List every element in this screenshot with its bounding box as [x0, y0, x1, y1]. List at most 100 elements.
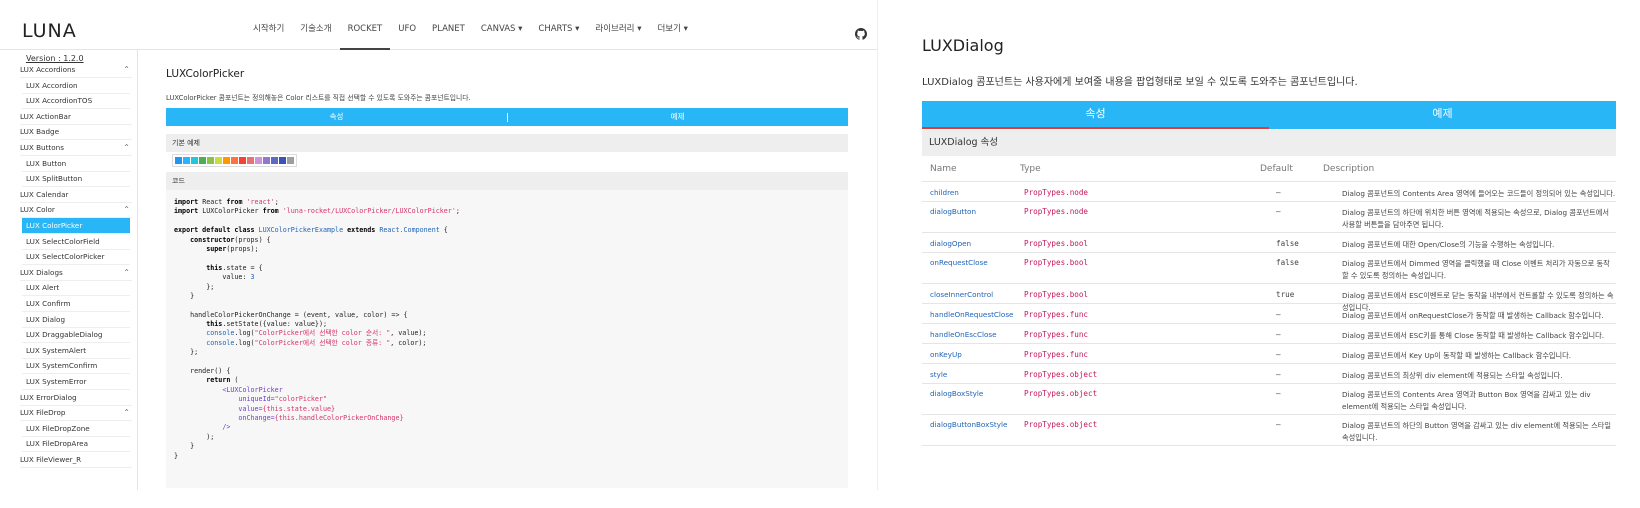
props-table: Name Type Default Description children Pr…: [922, 156, 1616, 446]
sidebar-item-label: LUX Button: [26, 158, 67, 168]
sidebar-subitem[interactable]: LUX SplitButton: [22, 171, 130, 188]
color-swatch[interactable]: [191, 157, 198, 164]
chevron-up-icon[interactable]: ⌃: [123, 405, 130, 421]
color-swatch[interactable]: [239, 157, 246, 164]
code-token: {this.handleColorPickerOnChange}: [274, 413, 404, 422]
sidebar-item-label: LUX Alert: [26, 283, 60, 293]
sidebar-group[interactable]: LUX Buttons ⌃: [20, 140, 132, 156]
dialog-tab-props[interactable]: 속성: [922, 101, 1269, 129]
code-line: console.log("ColorPicker에서 선택한 color 종류:…: [174, 339, 840, 348]
code-line: super(props);: [174, 245, 840, 254]
luna-logo[interactable]: LUNA: [22, 20, 77, 42]
sidebar-subitem[interactable]: LUX FileDropArea: [22, 436, 130, 453]
sidebar-subitem[interactable]: LUX DraggableDialog: [22, 327, 130, 344]
sidebar-group[interactable]: LUX ErrorDialog: [20, 390, 132, 406]
sidebar-subitem[interactable]: LUX SystemError: [22, 374, 130, 390]
code-token: export default class: [174, 226, 255, 235]
sidebar-group[interactable]: LUX FileViewer_R: [20, 452, 132, 468]
sidebar-group[interactable]: LUX ActionBar: [20, 109, 132, 125]
nav-item[interactable]: 기술소개: [292, 22, 339, 50]
sidebar-subitem[interactable]: LUX Accordion: [22, 78, 130, 94]
chevron-up-icon[interactable]: ⌃: [123, 62, 130, 78]
sidebar-group[interactable]: LUX FileDrop ⌃: [20, 405, 132, 422]
color-swatch[interactable]: [255, 157, 262, 164]
prop-description: Dialog 콤포넌트에서 Dimmed 영역을 클릭했을 때 Close 이벤…: [1342, 259, 1610, 280]
sidebar-item-label: LUX FileDropArea: [26, 439, 88, 449]
nav-item[interactable]: UFO: [390, 22, 424, 50]
prop-description: Dialog 콤포넌트에서 onRequestClose가 동작할 때 발생하는…: [1342, 311, 1604, 320]
sidebar-subitem[interactable]: LUX AccordionTOS: [22, 93, 130, 110]
color-swatch[interactable]: [279, 157, 286, 164]
color-swatch[interactable]: [287, 157, 294, 164]
prop-default: true: [1276, 290, 1295, 299]
sidebar-item-label: LUX Accordions: [20, 65, 76, 74]
sidebar-group[interactable]: LUX Color ⌃: [20, 202, 132, 219]
prop-name: onRequestClose: [930, 258, 988, 267]
prop-type: PropTypes.func: [1024, 330, 1089, 339]
sidebar-item-label: LUX DraggableDialog: [26, 330, 103, 340]
code-token: );: [174, 432, 215, 441]
code-token: console: [206, 338, 235, 347]
chevron-up-icon[interactable]: ⌃: [123, 265, 130, 281]
sidebar-group[interactable]: LUX Badge: [20, 124, 132, 141]
sidebar-subitem[interactable]: LUX Button: [22, 156, 130, 172]
sidebar-item-label: LUX Buttons: [20, 143, 64, 152]
sidebar-group[interactable]: LUX Dialogs ⌃: [20, 265, 132, 281]
nav-item[interactable]: 라이브러리 ▾: [587, 22, 649, 50]
chevron-up-icon[interactable]: ⌃: [123, 140, 130, 156]
sidebar-subitem[interactable]: LUX SystemConfirm: [22, 358, 130, 375]
table-row: dialogButton PropTypes.node – Dialog 콤포넌트의 …: [922, 202, 1616, 233]
color-swatch[interactable]: [263, 157, 270, 164]
luna-docs-window: LUNA 시작하기 기술소개 ROCKET UFO PLANET CANVAS ▾ CHAR…: [0, 0, 878, 490]
sidebar-subitem[interactable]: LUX Dialog: [22, 312, 130, 328]
color-swatch[interactable]: [247, 157, 254, 164]
prop-description: Dialog 콤포넌트의 최상위 div element에 적용되는 스타일 속…: [1342, 371, 1563, 380]
code-token: from: [226, 198, 243, 206]
code-token: console: [206, 329, 235, 338]
sidebar-group[interactable]: LUX Accordions ⌃: [20, 62, 132, 78]
nav-item[interactable]: ROCKET: [339, 22, 391, 50]
color-swatch[interactable]: [223, 157, 230, 164]
prop-description: Dialog 콤포넌트에서 ESC키를 통해 Close 동작할 때 발생하는 …: [1342, 331, 1605, 340]
color-swatch[interactable]: [199, 157, 206, 164]
nav-item[interactable]: PLANET: [424, 22, 473, 50]
luxdialog-doc: LUXDialog LUXDialog 콤포넌트는 사용자에게 보여줄 내용을 …: [922, 0, 1622, 480]
color-swatch[interactable]: [207, 157, 214, 164]
sidebar-subitem[interactable]: LUX ColorPicker: [22, 218, 130, 234]
color-swatch[interactable]: [215, 157, 222, 164]
color-swatch[interactable]: [175, 157, 182, 164]
sidebar-subitem[interactable]: LUX SystemAlert: [22, 343, 130, 359]
nav-item[interactable]: CANVAS ▾: [473, 22, 531, 50]
code-token: React.Component: [375, 226, 440, 235]
nav-item[interactable]: 더보기 ▾: [649, 22, 695, 50]
nav-item[interactable]: 시작하기: [245, 22, 292, 50]
sidebar-group[interactable]: LUX Calendar: [20, 187, 132, 203]
code-line: onChange={this.handleColorPickerOnChange…: [174, 414, 840, 423]
github-icon[interactable]: [855, 28, 867, 40]
code-line: handleColorPickerOnChange = (event, valu…: [174, 311, 840, 320]
color-swatch[interactable]: [231, 157, 238, 164]
tab-example[interactable]: 예제: [507, 108, 848, 126]
tab-props[interactable]: 속성: [166, 108, 507, 126]
code-token: this: [206, 263, 223, 272]
code-line: value={this.state.value}: [174, 405, 840, 414]
sidebar-subitem[interactable]: LUX Alert: [22, 280, 130, 297]
nav-item[interactable]: CHARTS ▾: [530, 22, 587, 50]
sidebar-subitem[interactable]: LUX SelectColorField: [22, 234, 130, 250]
sidebar-subitem[interactable]: LUX Confirm: [22, 296, 130, 312]
code-line: }: [174, 442, 840, 451]
prop-default: false: [1276, 258, 1299, 267]
chevron-up-icon[interactable]: ⌃: [123, 202, 130, 218]
color-swatch[interactable]: [183, 157, 190, 164]
sidebar-subitem[interactable]: LUX SelectColorPicker: [22, 249, 130, 266]
sidebar-subitem[interactable]: LUX FileDropZone: [22, 421, 130, 437]
color-swatch[interactable]: [271, 157, 278, 164]
dialog-tab-example[interactable]: 예제: [1269, 101, 1616, 129]
